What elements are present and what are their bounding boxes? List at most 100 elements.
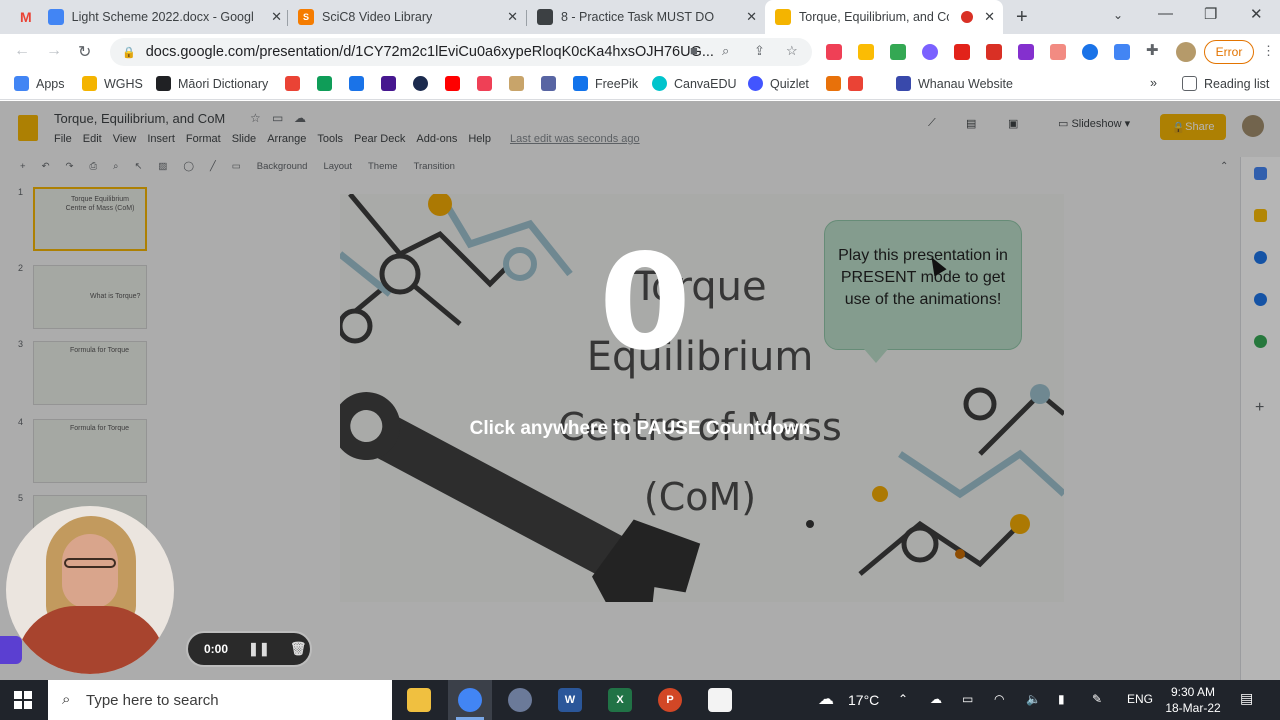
restore-button[interactable]: ❐: [1204, 5, 1217, 23]
close-tab-icon[interactable]: ✕: [507, 9, 518, 25]
pause-countdown-message[interactable]: Click anywhere to PAUSE Countdown: [360, 418, 920, 440]
excel-icon[interactable]: X: [608, 688, 632, 712]
share-icon[interactable]: ⇪: [754, 43, 765, 59]
tab-practice-task[interactable]: 8 - Practice Task MUST DO ✕: [527, 0, 765, 34]
recorder-side-button[interactable]: [0, 636, 22, 664]
bookmark-misc[interactable]: [826, 76, 870, 91]
bookmark-pocket[interactable]: [477, 76, 499, 91]
bookmark-label: Whanau Website: [918, 76, 1013, 91]
notifications-icon[interactable]: ▤: [1240, 690, 1253, 707]
r-icon: [509, 76, 524, 91]
acrobat-extension-icon[interactable]: [954, 44, 970, 60]
word-icon[interactable]: W: [558, 688, 582, 712]
extension-icon[interactable]: [1050, 44, 1066, 60]
bookmark-r[interactable]: [509, 76, 531, 91]
close-tab-icon[interactable]: ✕: [984, 9, 995, 25]
bookmark-wghs[interactable]: WGHS: [82, 76, 143, 91]
bookmark-edpuzzle[interactable]: [413, 76, 435, 91]
microphone-icon[interactable]: ▮: [1058, 692, 1065, 706]
bookmark-kahoot[interactable]: [381, 76, 403, 91]
zoom-icon[interactable]: ⌕: [722, 43, 729, 59]
pause-icon[interactable]: ❚❚: [248, 641, 270, 657]
webcam-bubble[interactable]: [6, 506, 174, 674]
store-icon[interactable]: [708, 688, 732, 712]
youtube-icon: [445, 76, 460, 91]
gmail-icon: [285, 76, 300, 91]
powerpoint-icon[interactable]: P: [658, 688, 682, 712]
extension-icon[interactable]: [986, 44, 1002, 60]
forward-button[interactable]: →: [46, 42, 62, 60]
error-button[interactable]: Error: [1204, 40, 1254, 64]
profile-avatar[interactable]: [1176, 42, 1196, 62]
show-hidden-icons[interactable]: ⌃: [898, 692, 908, 706]
bookmark-label: FreePik: [595, 76, 639, 91]
bookmark-youtube[interactable]: [445, 76, 467, 91]
file-explorer-icon[interactable]: [407, 688, 431, 712]
reading-list[interactable]: Reading list: [1182, 76, 1269, 91]
more-menu-icon[interactable]: ⋮: [1262, 43, 1275, 59]
tab-video-library[interactable]: S SciC8 Video Library ✕: [288, 0, 526, 34]
close-tab-icon[interactable]: ✕: [271, 9, 282, 25]
gmail-icon[interactable]: M: [20, 9, 32, 25]
tab-title: SciC8 Video Library: [322, 10, 433, 24]
dictionary-icon: [156, 76, 171, 91]
windows-start-icon[interactable]: [14, 691, 32, 709]
tab-torque-slides[interactable]: Torque, Equilibrium, and CoM ✕: [765, 0, 1003, 34]
bookmark-whanau-website[interactable]: Whanau Website: [896, 76, 1013, 91]
apps-grid-icon: [14, 76, 29, 91]
tab-search-icon[interactable]: ⌄: [1113, 8, 1123, 22]
bookmark-maori-dictionary[interactable]: Māori Dictionary: [156, 76, 268, 91]
wifi-icon[interactable]: ◠: [994, 692, 1004, 706]
quizlet-icon: [748, 76, 763, 91]
extension-icon[interactable]: [1018, 44, 1034, 60]
bookmark-classroom[interactable]: [317, 76, 339, 91]
browser-tab-strip: M Light Scheme 2022.docx - Googl ✕ S Sci…: [0, 0, 1280, 34]
recording-control-bar: 0:00 ❚❚ 🗑: [186, 631, 312, 667]
reload-button[interactable]: ↻: [78, 42, 91, 62]
bookmark-star-icon[interactable]: ☆: [786, 43, 798, 59]
bookmark-freepik[interactable]: FreePik: [573, 76, 638, 91]
classroom-icon: [537, 9, 553, 25]
language-indicator[interactable]: ENG: [1127, 692, 1153, 706]
snip-icon[interactable]: [508, 688, 532, 712]
bookmark-apps[interactable]: Apps: [14, 76, 65, 91]
extension-icon[interactable]: [890, 44, 906, 60]
extension-icon[interactable]: [922, 44, 938, 60]
clock-date: 18-Mar-22: [1165, 701, 1221, 715]
translate-extension-icon[interactable]: [1114, 44, 1130, 60]
tab-light-scheme[interactable]: M Light Scheme 2022.docx - Googl ✕: [10, 0, 290, 34]
weather-temp[interactable]: 17°C: [848, 692, 879, 708]
video-library-icon: S: [298, 9, 314, 25]
bookmark-ocm[interactable]: [541, 76, 563, 91]
onedrive-icon[interactable]: ☁: [930, 692, 942, 706]
taskbar-clock[interactable]: 9:30 AM 18-Mar-22: [1160, 684, 1226, 716]
camera-icon[interactable]: ■: [690, 43, 698, 58]
battery-icon[interactable]: ▭: [962, 692, 973, 706]
bookmark-quizlet[interactable]: Quizlet: [748, 76, 809, 91]
bookmark-canvaedu[interactable]: CanvaEDU: [652, 76, 737, 91]
close-tab-icon[interactable]: ✕: [746, 9, 757, 25]
weather-icon[interactable]: ☁: [818, 689, 834, 709]
taskbar-search-box[interactable]: ⌕ Type here to search: [48, 680, 392, 720]
bookmarks-overflow-icon[interactable]: »: [1150, 76, 1157, 90]
countdown-overlay[interactable]: [0, 101, 1280, 680]
back-button[interactable]: ←: [14, 42, 30, 60]
pen-icon[interactable]: ✎: [1092, 692, 1102, 706]
presenter-face: [62, 534, 118, 608]
extension-icon[interactable]: [858, 44, 874, 60]
reading-list-label: Reading list: [1204, 76, 1270, 91]
bookmark-gmail[interactable]: [285, 76, 307, 91]
pocket-extension-icon[interactable]: [826, 44, 842, 60]
minimize-button[interactable]: —: [1158, 5, 1173, 22]
extension-icon[interactable]: [1082, 44, 1098, 60]
new-tab-button[interactable]: +: [1016, 6, 1028, 29]
bookmark-drive[interactable]: [349, 76, 371, 91]
delete-icon[interactable]: 🗑: [290, 641, 307, 657]
chrome-icon[interactable]: [458, 688, 482, 712]
website-icon: [896, 76, 911, 91]
address-bar[interactable]: 🔒 docs.google.com/presentation/d/1CY72m2…: [110, 38, 812, 66]
bookmark-label: Quizlet: [770, 76, 809, 91]
extensions-puzzle-icon[interactable]: ✚: [1146, 41, 1159, 59]
volume-icon[interactable]: 🔈: [1026, 692, 1041, 706]
close-window-button[interactable]: ✕: [1250, 5, 1263, 23]
